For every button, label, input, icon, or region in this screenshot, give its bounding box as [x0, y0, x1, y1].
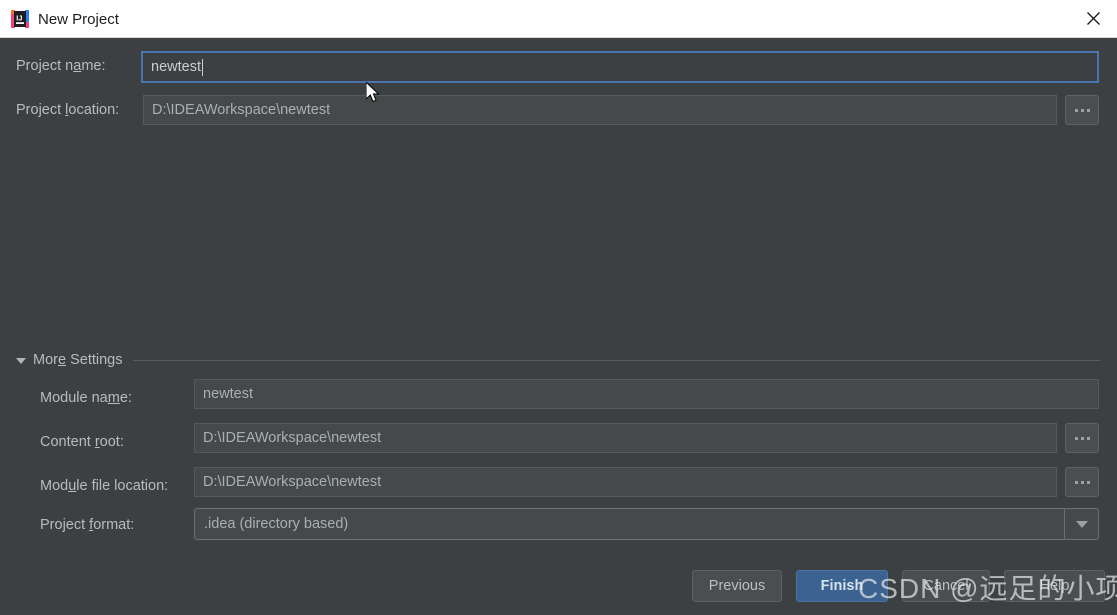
module-file-location-value: D:\IDEAWorkspace\newtest [203, 473, 382, 490]
intellij-idea-icon: IJ [11, 10, 29, 28]
project-format-dropdown[interactable]: .idea (directory based) [194, 508, 1099, 540]
project-name-value: newtest [151, 58, 201, 75]
ellipsis-icon [1074, 480, 1078, 484]
project-name-label: Project name: [16, 58, 106, 74]
text-caret [201, 58, 203, 76]
module-name-value: newtest [203, 385, 253, 402]
content-root-input[interactable]: D:\IDEAWorkspace\newtest [194, 423, 1057, 453]
project-format-value: .idea (directory based) [204, 516, 349, 532]
more-settings-label: More Settings [33, 352, 123, 368]
project-location-value: D:\IDEAWorkspace\newtest [152, 101, 331, 118]
cancel-button[interactable]: Cancel [902, 570, 990, 602]
chevron-down-icon [16, 357, 26, 364]
more-settings-separator [133, 360, 1100, 361]
content-root-browse-button[interactable] [1065, 423, 1099, 453]
project-format-label: Project format: [40, 517, 135, 533]
module-file-location-label: Module file location: [40, 478, 169, 494]
close-icon[interactable] [1071, 0, 1117, 37]
ellipsis-icon [1074, 108, 1078, 112]
help-button[interactable]: Help [1004, 570, 1105, 602]
content-root-value: D:\IDEAWorkspace\newtest [203, 429, 382, 446]
svg-text:IJ: IJ [16, 14, 22, 23]
more-settings-toggle[interactable]: More Settings [16, 352, 122, 368]
project-location-browse-button[interactable] [1065, 95, 1099, 125]
window-title: New Project [38, 11, 119, 28]
triangle-down-icon[interactable] [1064, 509, 1098, 539]
ellipsis-icon [1074, 436, 1078, 440]
finish-button[interactable]: Finish [796, 570, 888, 602]
project-name-input[interactable]: newtest [141, 51, 1099, 83]
previous-button[interactable]: Previous [692, 570, 782, 602]
module-name-label: Module name: [40, 390, 132, 406]
project-location-input[interactable]: D:\IDEAWorkspace\newtest [143, 95, 1057, 125]
project-location-label: Project location: [16, 102, 120, 118]
module-file-location-browse-button[interactable] [1065, 467, 1099, 497]
module-file-location-input[interactable]: D:\IDEAWorkspace\newtest [194, 467, 1057, 497]
new-project-dialog: IJ New Project Project name: newtest Pro… [0, 0, 1117, 615]
title-bar: IJ New Project [0, 0, 1117, 38]
module-name-input[interactable]: newtest [194, 379, 1099, 409]
dialog-body: Project name: newtest Project location: … [0, 38, 1117, 615]
content-root-label: Content root: [40, 434, 124, 450]
